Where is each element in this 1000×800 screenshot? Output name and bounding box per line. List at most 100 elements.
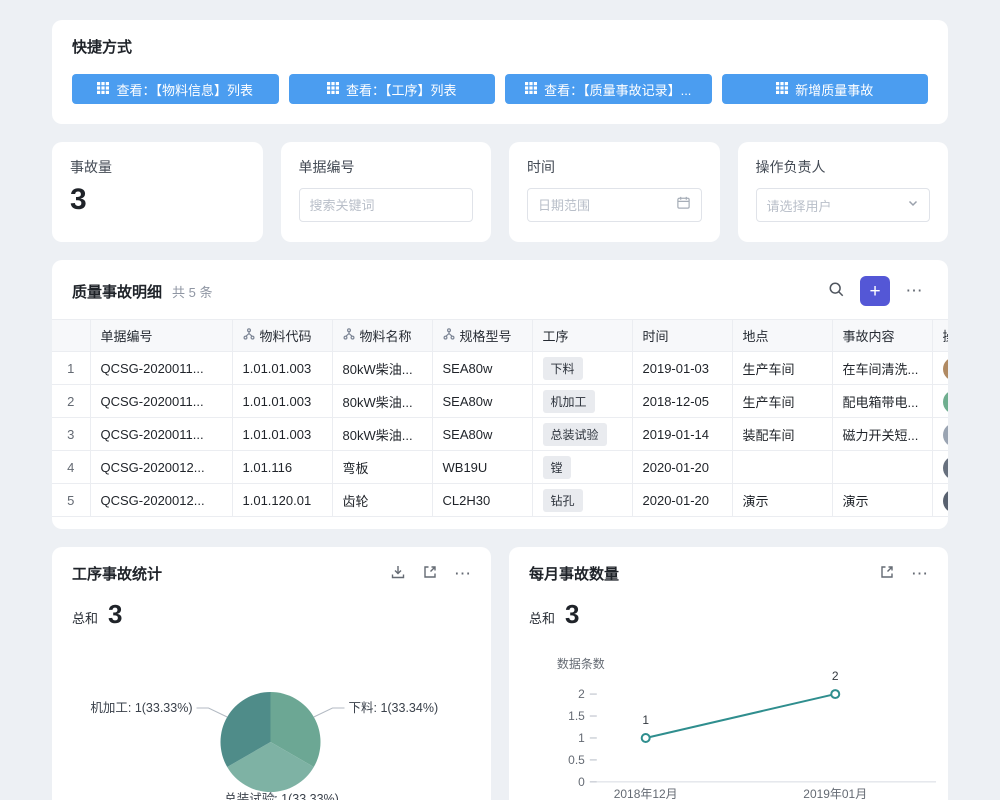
col-label: 规格型号	[460, 326, 512, 345]
col-time[interactable]: 时间	[632, 320, 732, 352]
shortcut-buttons-row: 查看：【物料信息】列表 查看：【工序】列表 查看：【质量事故记录】... 新增质…	[72, 74, 928, 104]
button-label: 查看：【质量事故记录】...	[544, 80, 691, 99]
date-range-input-wrap	[527, 188, 702, 222]
grid-icon	[327, 82, 339, 97]
date-range-input[interactable]	[538, 198, 668, 213]
cell-code: 1.01.120.01	[232, 484, 332, 517]
table-row[interactable]: 2 QCSG-2020011... 1.01.01.003 80kW柴油... …	[52, 385, 948, 418]
table-row[interactable]: 3 QCSG-2020011... 1.01.01.003 80kW柴油... …	[52, 418, 948, 451]
cell-content	[832, 451, 932, 484]
expand-button[interactable]	[879, 564, 895, 583]
table-row[interactable]: 1 QCSG-2020011... 1.01.01.003 80kW柴油... …	[52, 352, 948, 385]
col-material-code[interactable]: 物料代码	[232, 320, 332, 352]
x-tick-label: 2018年12月	[614, 787, 678, 800]
pie-total-value: 3	[108, 600, 122, 628]
add-record-button[interactable]: +	[860, 276, 890, 306]
chevron-down-icon	[907, 196, 919, 214]
data-point	[642, 734, 650, 742]
col-label: 单据编号	[101, 329, 153, 344]
cell-doc: QCSG-2020011...	[90, 418, 232, 451]
plus-icon: +	[869, 282, 880, 301]
expand-icon	[422, 564, 438, 583]
cell-time: 2020-01-20	[632, 484, 732, 517]
expand-icon	[879, 564, 895, 583]
cell-spec: SEA80w	[432, 385, 532, 418]
pie-label-bottom: 总装试验: 1(33.33%)	[224, 791, 339, 800]
pie-card-title: 工序事故统计	[72, 563, 374, 584]
doc-number-search-input[interactable]	[310, 198, 463, 213]
cell-code: 1.01.01.003	[232, 418, 332, 451]
cell-time: 2019-01-14	[632, 418, 732, 451]
download-button[interactable]	[390, 564, 406, 583]
cell-name: 80kW柴油...	[332, 352, 432, 385]
cell-spec: SEA80w	[432, 352, 532, 385]
ellipsis-icon: ⋯	[911, 564, 928, 584]
row-number: 1	[52, 352, 90, 385]
line-card-title: 每月事故数量	[529, 563, 863, 584]
data-point	[831, 690, 839, 698]
process-tag: 机加工	[543, 390, 595, 413]
cell-doc: QCSG-2020012...	[90, 484, 232, 517]
search-button[interactable]	[822, 277, 850, 305]
table-header: 单据编号 物料代码 物料名称 规格型号 工序 时间 地点 事故内容 操作负责人	[52, 320, 948, 352]
table-row[interactable]: 4 QCSG-2020012... 1.01.116 弯板 WB19U 镗 20…	[52, 451, 948, 484]
y-tick-label: 2	[578, 687, 585, 701]
expand-button[interactable]	[422, 564, 438, 583]
button-label: 查看：【物料信息】列表	[116, 80, 253, 99]
cell-process: 镗	[532, 451, 632, 484]
view-quality-records-button[interactable]: 查看：【质量事故记录】...	[505, 74, 712, 104]
accident-count-card: 事故量 3	[52, 142, 263, 242]
cell-time: 2018-12-05	[632, 385, 732, 418]
col-doc-number[interactable]: 单据编号	[90, 320, 232, 352]
table-card-header: 质量事故明细 共 5 条 + ⋯	[52, 276, 948, 319]
pie-more-button[interactable]: ⋯	[454, 564, 471, 584]
table-more-button[interactable]: ⋯	[900, 277, 928, 305]
avatar	[943, 489, 949, 513]
row-number: 5	[52, 484, 90, 517]
avatar	[943, 357, 949, 381]
avatar	[943, 456, 949, 480]
user-select[interactable]: 请选择用户	[756, 188, 931, 222]
process-tag: 总装试验	[543, 423, 607, 446]
process-tag: 钻孔	[543, 489, 583, 512]
cell-place: 生产车间	[732, 352, 832, 385]
cell-content: 在车间清洗...	[832, 352, 932, 385]
col-label: 地点	[743, 329, 769, 344]
pie-label-right: 下料: 1(33.34%)	[349, 701, 439, 715]
y-tick-label: 0	[578, 775, 585, 789]
cell-spec: CL2H30	[432, 484, 532, 517]
y-tick-label: 1	[578, 731, 585, 745]
cell-name: 80kW柴油...	[332, 418, 432, 451]
view-process-list-button[interactable]: 查看：【工序】列表	[289, 74, 496, 104]
col-content[interactable]: 事故内容	[832, 320, 932, 352]
cell-content: 配电箱带电...	[832, 385, 932, 418]
process-tag: 下料	[543, 357, 583, 380]
line-more-button[interactable]: ⋯	[911, 564, 928, 584]
operator-filter-card: 操作负责人 请选择用户	[738, 142, 949, 242]
line-chart: 数据条数 2 1.5 1 0.5 0 1 2 2018年12月 2019年01月	[509, 636, 948, 800]
button-label: 查看：【工序】列表	[346, 80, 457, 99]
linked-field-icon	[343, 328, 355, 343]
col-spec-model[interactable]: 规格型号	[432, 320, 532, 352]
cell-operator	[932, 418, 948, 451]
add-quality-accident-button[interactable]: 新增质量事故	[722, 74, 929, 104]
col-operator[interactable]: 操作负责人	[932, 320, 948, 352]
filters-row: 事故量 3 单据编号 时间 操作负责人 请选择用户	[52, 142, 948, 242]
grid-icon	[525, 82, 537, 97]
view-material-list-button[interactable]: 查看：【物料信息】列表	[72, 74, 279, 104]
table-row[interactable]: 5 QCSG-2020012... 1.01.120.01 齿轮 CL2H30 …	[52, 484, 948, 517]
doc-number-filter-card: 单据编号	[281, 142, 492, 242]
accidents-table: 单据编号 物料代码 物料名称 规格型号 工序 时间 地点 事故内容 操作负责人 …	[52, 319, 948, 517]
col-process[interactable]: 工序	[532, 320, 632, 352]
cell-content: 磁力开关短...	[832, 418, 932, 451]
cell-code: 1.01.01.003	[232, 352, 332, 385]
table-record-count: 共 5 条	[172, 282, 212, 301]
row-number: 4	[52, 451, 90, 484]
search-icon	[828, 281, 845, 301]
doc-number-label: 单据编号	[299, 158, 474, 176]
y-tick-label: 0.5	[568, 753, 585, 767]
col-place[interactable]: 地点	[732, 320, 832, 352]
grid-icon	[776, 82, 788, 97]
row-number-header	[52, 320, 90, 352]
col-material-name[interactable]: 物料名称	[332, 320, 432, 352]
